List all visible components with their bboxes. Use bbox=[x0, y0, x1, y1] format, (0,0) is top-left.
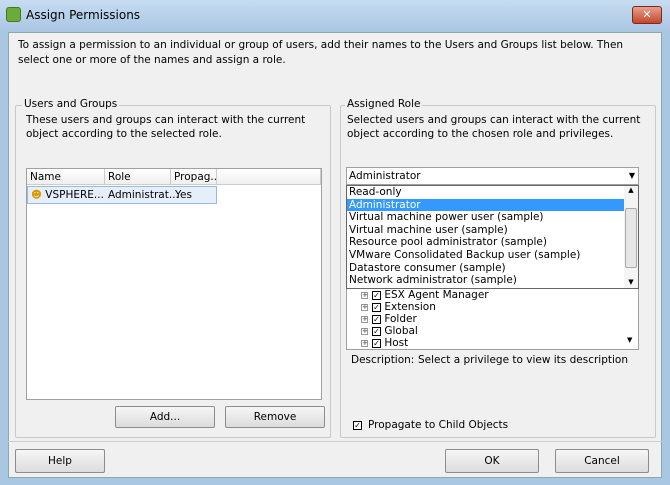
role-option[interactable]: VMware Consolidated Backup user (sample) bbox=[347, 249, 625, 262]
column-filler bbox=[217, 169, 321, 185]
cancel-button[interactable]: Cancel bbox=[555, 449, 649, 473]
description-value: Select a privilege to view its descripti… bbox=[418, 354, 628, 366]
scroll-up-icon[interactable]: ▲ bbox=[624, 186, 638, 194]
footer-divider bbox=[8, 441, 662, 442]
tree-item[interactable]: + ✓ Extension bbox=[361, 301, 638, 313]
tree-item[interactable]: + ✓ Global bbox=[361, 325, 638, 337]
assigned-role-title: Assigned Role bbox=[345, 98, 423, 110]
tree-item[interactable]: + ✓ Host bbox=[361, 337, 638, 349]
ok-button[interactable]: OK bbox=[445, 449, 539, 473]
user-icon: ☻ bbox=[31, 189, 42, 201]
role-select-value: Administrator bbox=[349, 170, 421, 182]
propagate-checkbox[interactable]: ✓ Propagate to Child Objects bbox=[353, 419, 508, 431]
column-propagate[interactable]: Propag... bbox=[171, 169, 220, 185]
role-option[interactable]: Datastore consumer (sample) bbox=[347, 262, 625, 275]
app-icon bbox=[6, 7, 21, 22]
role-dropdown-list[interactable]: Read-only Administrator Virtual machine … bbox=[346, 185, 639, 289]
role-option-selected[interactable]: Administrator bbox=[347, 198, 625, 212]
description-label: Description: bbox=[351, 354, 415, 366]
tree-item[interactable]: + ✓ ESX Agent Manager bbox=[361, 289, 638, 301]
role-select[interactable]: Administrator ▼ bbox=[346, 167, 639, 185]
column-role[interactable]: Role bbox=[105, 169, 171, 185]
tree-item[interactable]: + ✓ Folder bbox=[361, 313, 638, 325]
tree-scroll-down-icon[interactable]: ▼ bbox=[627, 336, 632, 344]
help-button[interactable]: Help bbox=[15, 449, 105, 473]
window-title: Assign Permissions bbox=[26, 8, 141, 22]
column-name[interactable]: Name bbox=[27, 169, 105, 185]
checkbox-checked-icon[interactable]: ✓ bbox=[353, 420, 362, 430]
scroll-down-icon[interactable]: ▼ bbox=[624, 278, 638, 286]
role-option[interactable]: Virtual machine power user (sample) bbox=[347, 211, 625, 224]
row-name: VSPHERE... bbox=[45, 189, 104, 201]
users-groups-description: These users and groups can interact with… bbox=[26, 114, 306, 140]
add-button[interactable]: Add... bbox=[115, 406, 215, 428]
row-propagate: Yes bbox=[175, 189, 192, 201]
role-option[interactable]: Resource pool administrator (sample) bbox=[347, 236, 625, 249]
propagate-label: Propagate to Child Objects bbox=[368, 419, 509, 431]
privilege-tree[interactable]: + ✓ ESX Agent Manager + ✓ Extension + ✓ Fol… bbox=[346, 286, 639, 350]
scrollbar-thumb[interactable] bbox=[625, 208, 637, 268]
role-option[interactable]: Read-only bbox=[347, 186, 625, 199]
users-list[interactable]: Name Role Propag... ☻ VSPHERE... Adminis… bbox=[26, 168, 322, 400]
intro-text: To assign a permission to an individual … bbox=[18, 39, 624, 66]
role-option[interactable]: Network administrator (sample) bbox=[347, 274, 625, 287]
table-row[interactable]: ☻ VSPHERE... Administrat... Yes bbox=[27, 186, 217, 204]
row-role: Administrat... bbox=[108, 189, 179, 201]
remove-button[interactable]: Remove bbox=[225, 406, 325, 428]
role-option[interactable]: Virtual machine user (sample) bbox=[347, 224, 625, 237]
assigned-role-description: Selected users and groups can interact w… bbox=[347, 114, 641, 140]
dropdown-scrollbar[interactable]: ▲ ▼ bbox=[624, 186, 638, 288]
users-groups-title: Users and Groups bbox=[22, 98, 120, 110]
close-button[interactable]: ✕ bbox=[632, 6, 662, 24]
chevron-down-icon[interactable]: ▼ bbox=[629, 168, 635, 184]
